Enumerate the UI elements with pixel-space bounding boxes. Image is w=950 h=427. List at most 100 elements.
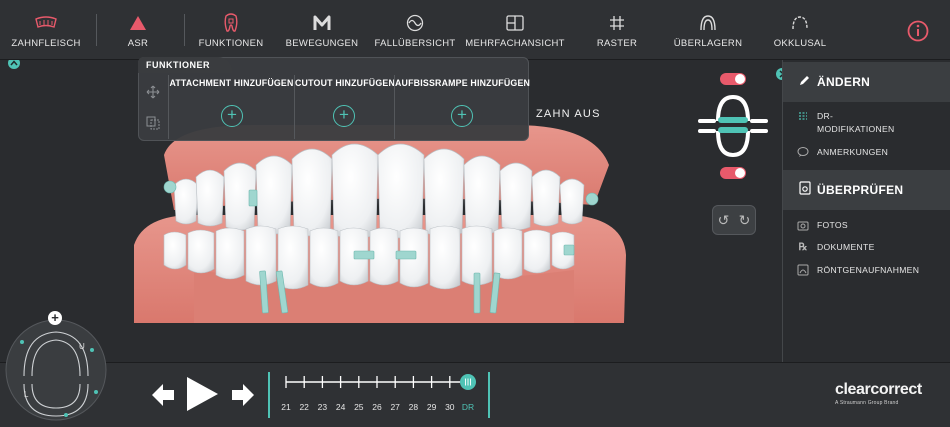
timeline-stage-label[interactable]: 27: [385, 402, 405, 412]
toolbar-mehrfachansicht[interactable]: MEHRFACHANSICHT: [465, 0, 565, 60]
toolbar-label: RASTER: [596, 38, 638, 49]
timeline-stage-label[interactable]: 29: [422, 402, 442, 412]
gum-icon: [34, 12, 58, 34]
timeline-stage-label[interactable]: 24: [331, 402, 351, 412]
tooth-function-icon: [223, 12, 239, 34]
toggle-knob: [735, 168, 745, 178]
camera-icon: [797, 219, 809, 231]
toolbar-falluebersicht[interactable]: FALLÜBERSICHT: [374, 0, 456, 60]
sidebar-item-anmerkungen[interactable]: ANMERKUNGEN: [797, 146, 888, 159]
asr-triangle-icon: [129, 12, 147, 34]
info-icon[interactable]: [905, 18, 931, 44]
top-toolbar: ZAHNFLEISCH ASR FUNKTIONEN BEWEGUNGEN FA…: [0, 0, 950, 60]
brand-tagline: A Straumann Group Brand: [835, 400, 899, 406]
toolbar-label: FUNKTIONEN: [198, 38, 264, 49]
play-icon: [187, 377, 218, 411]
toolbar-label: ÜBERLAGERN: [673, 38, 743, 49]
copy-layers-icon[interactable]: [146, 116, 160, 130]
toolbar-divider: [96, 14, 97, 46]
timeline-stage-label[interactable]: 28: [403, 402, 423, 412]
add-cutout-label: CUTOUT HINZUFÜGEN: [295, 78, 395, 88]
timeline-stage-label[interactable]: 30: [440, 402, 460, 412]
multi-view-icon: [506, 12, 524, 34]
upper-arch-toggle[interactable]: [720, 73, 746, 85]
section-header-label: ÜBERPRÜFEN: [817, 183, 904, 197]
timeline-stage-label[interactable]: 25: [349, 402, 369, 412]
sidebar-item-fotos[interactable]: FOTOS: [797, 219, 848, 232]
timeline-stage-label[interactable]: 22: [294, 402, 314, 412]
add-bite-ramp-button[interactable]: +: [451, 105, 473, 127]
toolbar-raster[interactable]: RASTER: [592, 0, 642, 60]
comment-icon: [797, 146, 809, 158]
brand-logo: clearcorrect A Straumann Group Brand: [835, 381, 922, 406]
arrow-right-icon: [232, 384, 254, 406]
toolbar-label: MEHRFACHANSICHT: [465, 38, 565, 49]
add-bite-ramp-column[interactable]: AUFBISSRAMPE HINZUFÜGEN +: [394, 75, 531, 139]
section-header-label: ÄNDERN: [817, 75, 871, 89]
toggle-knob: [735, 74, 745, 84]
play-button[interactable]: [184, 375, 220, 418]
rx-icon: ℞: [798, 241, 808, 253]
sidebar-item-label: RÖNTGENAUFNAHMEN: [817, 265, 920, 275]
upper-arch-label: U: [79, 342, 85, 351]
grid-icon: [609, 12, 625, 34]
add-cutout-button[interactable]: +: [333, 105, 355, 127]
add-cutout-column[interactable]: CUTOUT HINZUFÜGEN +: [294, 75, 395, 139]
tooth-off-label: ZAHN AUS: [536, 108, 601, 120]
timeline-stage-label[interactable]: 26: [367, 402, 387, 412]
redo-icon[interactable]: ↻: [739, 212, 751, 229]
toolbar-ueberlagern[interactable]: ÜBERLAGERN: [672, 0, 744, 60]
right-sidebar: ÄNDERN DR-MODIFIKATIONEN ANMERKUNGEN ÜBE…: [782, 60, 950, 362]
toolbar-label: FALLÜBERSICHT: [374, 38, 456, 49]
occlusal-icon: [791, 12, 809, 34]
sidebar-item-label: DOKUMENTE: [817, 242, 875, 252]
toolbar-asr[interactable]: ASR: [112, 0, 164, 60]
add-attachment-column[interactable]: ATTACHMENT HINZUFÜGEN +: [168, 75, 294, 139]
timeline-stage-label[interactable]: DR: [458, 402, 478, 412]
toolbar-label: OKKLUSAL: [773, 38, 827, 49]
sidebar-item-dr-modifikationen[interactable]: DR-MODIFIKATIONEN: [797, 110, 903, 136]
sidebar-item-label: ANMERKUNGEN: [817, 147, 889, 157]
pencil-icon: [799, 73, 811, 91]
toolbar-label: BEWEGUNGEN: [285, 38, 359, 49]
add-attachment-button[interactable]: +: [221, 105, 243, 127]
brand-name: clearcorrect: [835, 381, 922, 398]
undo-redo-group: ↺ ↻: [712, 205, 756, 235]
functions-panel-title: FUNKTIONER: [138, 57, 232, 73]
toolbar-label: ASR: [127, 38, 149, 49]
movements-m-icon: [313, 12, 331, 34]
timeline-stage-label[interactable]: 23: [312, 402, 332, 412]
overlay-icon: [699, 12, 717, 34]
timeline-stage-label[interactable]: 21: [276, 402, 296, 412]
sidebar-item-dokumente[interactable]: ℞ DOKUMENTE: [797, 241, 875, 254]
toolbar-funktionen[interactable]: FUNKTIONEN: [196, 0, 266, 60]
lower-arch-label: L: [24, 390, 29, 399]
arch-navigator[interactable]: [4, 312, 108, 424]
toolbar-divider: [184, 14, 185, 46]
lower-arch-toggle[interactable]: [720, 167, 746, 179]
move-arrows-icon[interactable]: [146, 85, 160, 99]
modifications-icon: [797, 110, 809, 122]
arrow-left-icon: [152, 384, 174, 406]
sidebar-item-label: DR-MODIFIKATIONEN: [817, 111, 895, 134]
add-view-button[interactable]: +: [48, 311, 62, 325]
toolbar-zahnfleisch[interactable]: ZAHNFLEISCH: [8, 0, 84, 60]
undo-icon[interactable]: ↺: [718, 212, 730, 229]
arch-view-icon[interactable]: [696, 95, 770, 157]
toolbar-bewegungen[interactable]: BEWEGUNGEN: [284, 0, 360, 60]
previous-stage-button[interactable]: [150, 382, 176, 413]
next-stage-button[interactable]: [230, 382, 256, 413]
add-bite-ramp-label: AUFBISSRAMPE HINZUFÜGEN: [395, 78, 531, 88]
xray-icon: [797, 264, 809, 276]
add-attachment-label: ATTACHMENT HINZUFÜGEN: [169, 78, 294, 88]
toolbar-okklusal[interactable]: OKKLUSAL: [770, 0, 830, 60]
toolbar-label: ZAHNFLEISCH: [11, 38, 81, 49]
section-header-aendern[interactable]: ÄNDERN: [783, 62, 950, 102]
case-overview-icon: [406, 12, 424, 34]
section-header-ueberpruefen[interactable]: ÜBERPRÜFEN: [783, 170, 950, 210]
timeline-track[interactable]: [268, 372, 490, 402]
sidebar-item-roentgenaufnahmen[interactable]: RÖNTGENAUFNAHMEN: [797, 264, 919, 277]
sidebar-item-label: FOTOS: [817, 220, 848, 230]
collapse-left-icon[interactable]: [8, 60, 20, 69]
review-icon: [799, 180, 811, 200]
